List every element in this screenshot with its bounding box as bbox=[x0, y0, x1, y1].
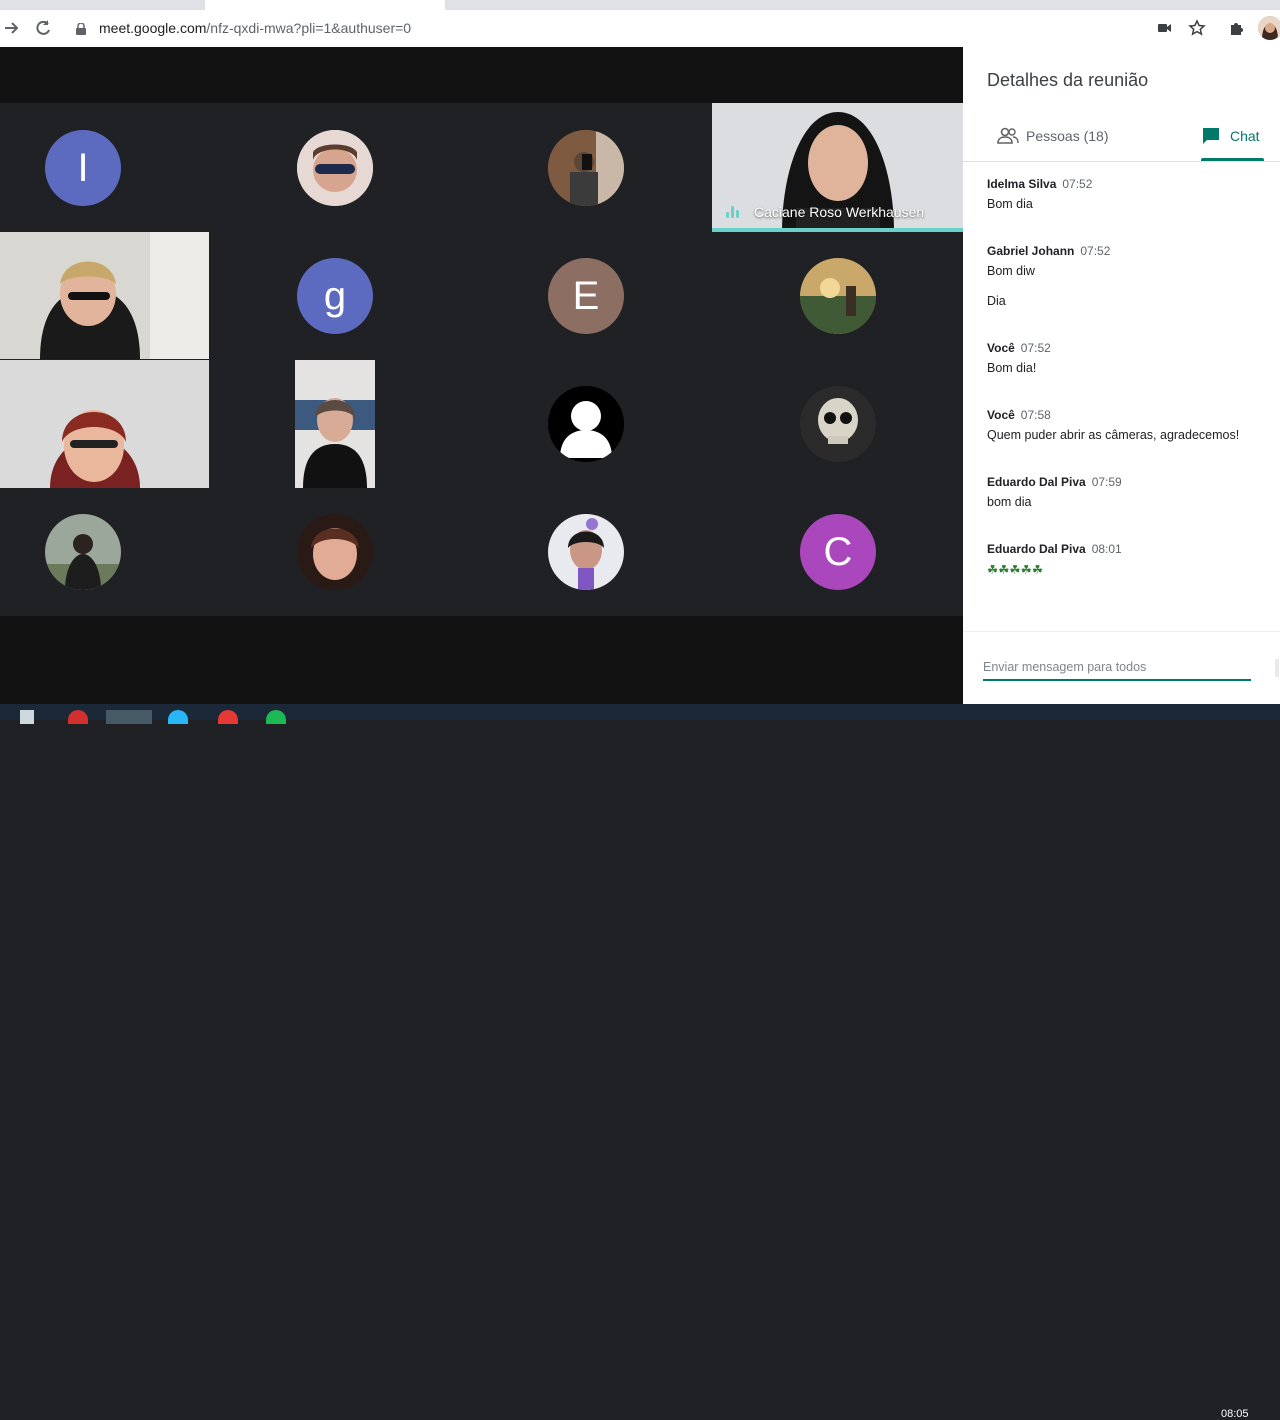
participant-avatar-letter: g bbox=[297, 258, 373, 334]
app-icon[interactable] bbox=[68, 710, 88, 724]
message-time: 07:58 bbox=[1020, 408, 1051, 422]
tab-chat[interactable]: Chat bbox=[1201, 125, 1267, 161]
participant-photo bbox=[800, 258, 876, 334]
send-icon[interactable] bbox=[1275, 659, 1279, 677]
message-text: Dia bbox=[987, 294, 1006, 308]
message-sender: Você bbox=[987, 341, 1015, 355]
message-text: Quem puder abrir as câmeras, agradecemos… bbox=[987, 428, 1240, 442]
message-sender: Eduardo Dal Piva bbox=[987, 542, 1086, 556]
tab-people-label: Pessoas (18) bbox=[1026, 128, 1109, 144]
message-text: Bom dia bbox=[987, 197, 1033, 211]
input-divider bbox=[963, 631, 1280, 632]
profile-avatar[interactable] bbox=[1258, 16, 1280, 40]
participant-name: Caciane Roso Werkhausen bbox=[754, 204, 925, 220]
participant-photo bbox=[548, 386, 624, 462]
participant-grid: I Caciane Roso Werkhausen g E C bbox=[0, 103, 963, 616]
meeting-stage: I Caciane Roso Werkhausen g E C bbox=[0, 47, 963, 704]
participant-avatar-letter: E bbox=[548, 258, 624, 334]
url-path: /nfz-qxdi-mwa?pli=1&authuser=0 bbox=[206, 20, 412, 36]
forward-icon[interactable] bbox=[2, 18, 22, 38]
speaking-indicator-icon bbox=[726, 206, 742, 218]
star-icon[interactable] bbox=[1188, 19, 1208, 39]
chat-input[interactable] bbox=[983, 660, 1251, 674]
active-tab[interactable] bbox=[205, 0, 445, 10]
participant-video-tile[interactable] bbox=[0, 232, 209, 359]
tabs-divider bbox=[963, 161, 1280, 162]
chat-message: Você 07:58 Quem puder abrir as câmeras, a… bbox=[987, 408, 1239, 442]
chat-message: Eduardo Dal Piva 08:01 ☘☘☘☘☘ bbox=[987, 542, 1122, 577]
participant-photo bbox=[548, 130, 624, 206]
message-time: 08:01 bbox=[1091, 542, 1122, 556]
participant-photo bbox=[548, 514, 624, 590]
message-text: Bom dia! bbox=[987, 361, 1037, 375]
chat-message: Eduardo Dal Piva 07:59 bom dia bbox=[987, 475, 1122, 509]
url-text[interactable]: meet.google.com/nfz-qxdi-mwa?pli=1&authu… bbox=[99, 20, 411, 36]
lock-icon[interactable] bbox=[76, 22, 86, 35]
participant-photo bbox=[800, 386, 876, 462]
tab-people[interactable]: Pessoas (18) bbox=[997, 125, 1147, 161]
message-text: Bom diw bbox=[987, 264, 1035, 278]
chat-icon bbox=[1201, 126, 1221, 149]
message-time: 07:52 bbox=[1020, 341, 1051, 355]
reload-icon[interactable] bbox=[33, 18, 53, 38]
taskview-icon[interactable] bbox=[20, 710, 34, 724]
panel-title: Detalhes da reunião bbox=[987, 70, 1149, 90]
chat-input-underline bbox=[983, 679, 1251, 681]
app-icon[interactable] bbox=[168, 710, 188, 724]
chat-message: Você 07:52 Bom dia! bbox=[987, 341, 1051, 375]
app-icon[interactable] bbox=[106, 710, 152, 724]
message-sender: Você bbox=[987, 408, 1015, 422]
chat-message: Gabriel Johann 07:52 Bom diw Dia bbox=[987, 244, 1110, 308]
tab-strip bbox=[0, 0, 1280, 10]
participant-photo bbox=[297, 514, 373, 590]
participant-avatar-letter: I bbox=[45, 130, 121, 206]
participant-photo bbox=[45, 514, 121, 590]
participant-photo bbox=[297, 130, 373, 206]
message-time: 07:52 bbox=[1080, 244, 1111, 258]
url-host: meet.google.com bbox=[99, 20, 207, 36]
message-time: 07:52 bbox=[1062, 177, 1093, 191]
camera-icon[interactable] bbox=[1156, 19, 1176, 39]
message-sender: Gabriel Johann bbox=[987, 244, 1075, 258]
address-bar: meet.google.com/nfz-qxdi-mwa?pli=1&authu… bbox=[0, 10, 1280, 48]
taskbar-clock: 08:05 bbox=[1221, 1408, 1249, 1420]
tab-chat-label: Chat bbox=[1230, 128, 1260, 144]
os-taskbar: 08:05 bbox=[0, 704, 1280, 1420]
chat-message: Idelma Silva 07:52 Bom dia bbox=[987, 177, 1092, 211]
people-icon bbox=[997, 127, 1019, 148]
message-sender: Eduardo Dal Piva bbox=[987, 475, 1086, 489]
active-speaker-bar bbox=[712, 228, 963, 232]
extensions-icon[interactable] bbox=[1228, 19, 1248, 39]
participant-video-tile[interactable]: Caciane Roso Werkhausen bbox=[712, 103, 963, 232]
app-icon[interactable] bbox=[266, 710, 286, 724]
participant-video-tile[interactable] bbox=[295, 360, 375, 488]
message-text: bom dia bbox=[987, 495, 1032, 509]
message-text: ☘☘☘☘☘ bbox=[987, 563, 1044, 577]
message-time: 07:59 bbox=[1091, 475, 1122, 489]
message-sender: Idelma Silva bbox=[987, 177, 1057, 191]
meeting-details-panel: Detalhes da reunião Pessoas (18) Chat Id… bbox=[963, 47, 1280, 704]
app-icon[interactable] bbox=[218, 710, 238, 724]
participant-avatar-letter: C bbox=[800, 514, 876, 590]
participant-video-tile[interactable] bbox=[0, 360, 209, 488]
